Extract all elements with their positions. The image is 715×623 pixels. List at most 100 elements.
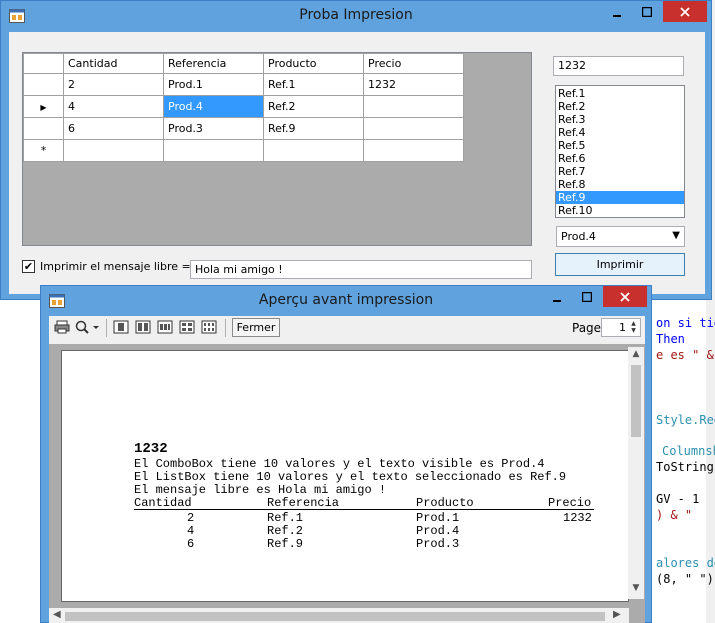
grid-cell[interactable] <box>363 139 464 162</box>
grid-corner-header[interactable] <box>23 53 64 74</box>
form-client-area: Cantidad Referencia Producto Precio 2 Pr… <box>9 32 705 294</box>
close-button[interactable] <box>663 1 707 22</box>
doc-cell: Prod.4 <box>416 524 460 538</box>
close-preview-button[interactable]: Fermer <box>232 318 280 337</box>
grid-cell[interactable] <box>363 95 464 118</box>
doc-cell: Prod.1 <box>416 511 460 525</box>
page-number-stepper[interactable]: 1 ▲ ▼ <box>601 318 641 337</box>
column-header-referencia[interactable]: Referencia <box>163 53 264 74</box>
preview-client-area: Fermer Page 1 ▲ ▼ 1232 El ComboBox tiene … <box>49 316 645 623</box>
one-page-icon[interactable] <box>112 319 130 335</box>
main-form-window: Proba Impresion Cantidad Referencia Prod… <box>0 0 712 300</box>
close-icon <box>680 6 690 17</box>
grid-cell[interactable]: Ref.9 <box>263 117 364 140</box>
six-pages-icon[interactable] <box>200 319 218 335</box>
grid-cell[interactable]: Ref.2 <box>263 95 364 118</box>
minimize-icon <box>613 14 621 17</box>
row-header[interactable] <box>23 73 64 96</box>
chevron-down-icon[interactable]: ▼ <box>672 230 680 241</box>
print-button[interactable]: Imprimir <box>555 253 685 276</box>
grid-cell[interactable] <box>163 139 264 162</box>
doc-col-header: Referencia <box>267 496 340 510</box>
maximize-button[interactable] <box>573 286 601 307</box>
preview-toolbar: Fermer Page 1 ▲ ▼ <box>49 316 645 340</box>
scroll-down-icon[interactable]: ▼ <box>628 583 644 593</box>
maximize-button[interactable] <box>633 1 661 22</box>
list-item[interactable]: Ref.8 <box>556 178 684 191</box>
scroll-thumb[interactable] <box>631 365 641 437</box>
list-item[interactable]: Ref.4 <box>556 126 684 139</box>
list-item[interactable]: Ref.5 <box>556 139 684 152</box>
doc-cell: 6 <box>187 537 195 551</box>
list-item[interactable]: Ref.6 <box>556 152 684 165</box>
horizontal-scrollbar[interactable]: ◀ ▶ <box>49 608 629 623</box>
message-input[interactable]: Hola mi amigo ! <box>190 260 532 279</box>
table-row-new: * <box>23 139 464 162</box>
zoom-icon[interactable] <box>75 319 101 335</box>
value-textbox[interactable]: 1232 <box>553 56 684 76</box>
reference-listbox[interactable]: Ref.1 Ref.2 Ref.3 Ref.4 Ref.5 Ref.6 Ref.7 Ref.8… <box>555 85 685 218</box>
scroll-right-icon[interactable]: ▶ <box>613 609 621 620</box>
preview-page: 1232 El ComboBox tiene 10 valores y el t… <box>61 350 629 602</box>
grid-cell[interactable]: 6 <box>63 117 164 140</box>
doc-cell: Prod.3 <box>416 537 460 551</box>
three-pages-icon[interactable] <box>156 319 174 335</box>
table-row: 6 Prod.3 Ref.9 <box>23 117 464 140</box>
code-line: ToString, <box>656 460 715 474</box>
code-line: alores de <box>656 556 715 570</box>
title-bar[interactable]: Aperçu avant impression <box>41 286 651 316</box>
doc-line: El mensaje libre es Hola mi amigo ! <box>134 483 387 497</box>
grid-cell[interactable]: 2 <box>63 73 164 96</box>
code-line: Style.Reg <box>656 413 715 427</box>
column-header-producto[interactable]: Producto <box>263 53 364 74</box>
row-header[interactable] <box>23 117 64 140</box>
grid-cell[interactable]: Prod.3 <box>163 117 264 140</box>
column-header-precio[interactable]: Precio <box>363 53 464 74</box>
grid-cell-selected[interactable]: Prod.4 <box>163 95 264 118</box>
four-pages-icon[interactable] <box>178 319 196 335</box>
grid-cell[interactable]: 1232 <box>363 73 464 96</box>
close-button[interactable] <box>603 286 647 307</box>
grid-cell[interactable]: Prod.1 <box>163 73 264 96</box>
scroll-left-icon[interactable]: ◀ <box>53 609 61 620</box>
minimize-button[interactable] <box>603 1 631 22</box>
code-line: on si tie <box>656 316 715 330</box>
scroll-up-icon[interactable]: ▲ <box>628 349 644 359</box>
product-combobox[interactable]: Prod.4 ▼ <box>556 226 685 247</box>
doc-col-header: Producto <box>416 496 474 510</box>
checkmark-icon: ✔ <box>23 260 34 273</box>
list-item[interactable]: Ref.2 <box>556 100 684 113</box>
print-message-checkbox[interactable]: ✔ Imprimir el mensaje libre ===> <box>22 260 218 273</box>
list-item[interactable]: Ref.1 <box>556 87 684 100</box>
doc-col-header: Precio <box>548 496 592 510</box>
scroll-thumb[interactable] <box>65 612 605 621</box>
grid-header-row: Cantidad Referencia Producto Precio <box>23 53 464 74</box>
code-line: ) & " <box>656 508 693 522</box>
doc-cell: Ref.9 <box>267 537 304 551</box>
grid-cell[interactable] <box>263 139 364 162</box>
title-bar[interactable]: Proba Impresion <box>1 1 711 31</box>
grid-cell[interactable] <box>363 117 464 140</box>
list-item[interactable]: Ref.10 <box>556 204 684 217</box>
table-row: 2 Prod.1 Ref.1 1232 <box>23 73 464 96</box>
list-item[interactable]: Ref.3 <box>556 113 684 126</box>
list-item[interactable]: Ref.7 <box>556 165 684 178</box>
list-item-selected[interactable]: Ref.9 <box>556 191 684 204</box>
stepper-arrows-icon[interactable]: ▲ ▼ <box>628 320 639 335</box>
preview-area[interactable]: 1232 El ComboBox tiene 10 valores y el t… <box>49 344 645 623</box>
row-header-current[interactable]: ▶ <box>23 95 64 118</box>
column-header-cantidad[interactable]: Cantidad <box>63 53 164 74</box>
vertical-scrollbar[interactable]: ▲ ▼ <box>628 347 644 599</box>
grid-cell[interactable]: 4 <box>63 95 164 118</box>
doc-col-header: Cantidad <box>134 496 192 510</box>
checkbox-box[interactable]: ✔ <box>22 260 35 273</box>
grid-cell[interactable] <box>63 139 164 162</box>
print-icon[interactable] <box>53 319 71 335</box>
minimize-button[interactable] <box>543 286 571 307</box>
doc-line: El ListBox tiene 10 valores y el texto s… <box>134 470 567 484</box>
grid-cell[interactable]: Ref.1 <box>263 73 364 96</box>
two-pages-icon[interactable] <box>134 319 152 335</box>
data-grid-view[interactable]: Cantidad Referencia Producto Precio 2 Pr… <box>22 52 532 246</box>
row-header-new[interactable]: * <box>23 139 64 162</box>
doc-cell: Ref.2 <box>267 524 304 538</box>
